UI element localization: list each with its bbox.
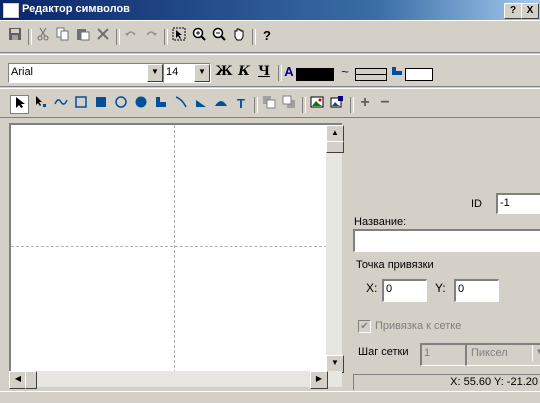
paste-icon[interactable] (74, 27, 92, 45)
polygon-tool-icon[interactable] (152, 95, 170, 113)
delete-icon[interactable] (94, 27, 112, 45)
zoom-out-icon[interactable] (210, 27, 228, 45)
y-label: Y: (435, 281, 446, 295)
rectangle-tool-icon[interactable] (72, 95, 90, 113)
x-field[interactable]: 0 (382, 279, 427, 302)
pointer-tool-icon[interactable] (10, 95, 29, 114)
horizontal-scrollbar[interactable]: ◀ ▶ (9, 371, 342, 389)
horizontal-axis-line (11, 246, 327, 247)
segment-tool-icon[interactable] (212, 95, 230, 113)
arc-tool-icon[interactable] (172, 95, 190, 113)
curve-tool-icon[interactable] (52, 95, 70, 113)
separator (302, 97, 306, 113)
bring-forward-icon[interactable] (260, 95, 278, 113)
font-name-select[interactable]: Arial ▼ (8, 63, 164, 83)
scroll-thumb[interactable] (25, 371, 37, 389)
text-color-label: A (284, 64, 294, 79)
vertical-scrollbar[interactable]: ▲ ▼ (326, 125, 344, 373)
separator (164, 29, 168, 45)
zoom-plus-button[interactable]: + (356, 94, 374, 112)
line-style-icon: ~ (341, 64, 349, 79)
x-label: X: (366, 281, 378, 295)
copy-icon[interactable] (54, 27, 72, 45)
tools-toolbar: T + − (0, 88, 540, 118)
title-bar: Редактор символов ? X (0, 0, 540, 20)
font-size-value: 14 (166, 66, 179, 78)
chevron-down-icon[interactable]: ▼ (194, 64, 210, 82)
scroll-right-arrow-icon[interactable]: ▶ (310, 371, 328, 389)
font-name-value: Arial (11, 66, 34, 78)
main-toolbar: ? (0, 20, 540, 53)
separator (28, 29, 32, 45)
separator (350, 97, 354, 113)
bold-button[interactable]: Ж (215, 63, 233, 81)
grid-step-label: Шаг сетки (358, 346, 409, 358)
separator (254, 97, 258, 113)
line-style-swatch[interactable] (355, 68, 387, 81)
status-bar (0, 391, 540, 403)
chord-tool-icon[interactable] (192, 95, 210, 113)
name-label: Название: (354, 216, 407, 228)
name-field[interactable] (353, 229, 540, 252)
undo-icon[interactable] (122, 27, 140, 45)
status-coords: X: 55.60 Y: -21.20 (353, 374, 540, 390)
scroll-thumb[interactable] (326, 141, 344, 153)
close-button[interactable]: X (521, 3, 539, 19)
separator (252, 29, 256, 45)
redo-icon[interactable] (142, 27, 160, 45)
id-field: -1 (496, 193, 540, 214)
grid-step-field: 1 (420, 343, 467, 366)
separator (278, 65, 282, 81)
filled-ellipse-tool-icon[interactable] (132, 95, 150, 113)
help-button[interactable]: ? (504, 3, 522, 19)
vertical-axis-line (174, 125, 175, 373)
separator (116, 29, 120, 45)
drawing-canvas[interactable] (9, 123, 342, 373)
insert-image-icon[interactable] (308, 95, 326, 113)
save-icon[interactable] (6, 27, 24, 45)
text-color-swatch[interactable] (296, 68, 334, 81)
export-image-icon[interactable] (328, 95, 346, 113)
grid-unit-select: Пиксел ▼ (465, 343, 540, 366)
send-backward-icon[interactable] (280, 95, 298, 113)
underline-button[interactable]: Ч (255, 63, 273, 81)
help-toolbar-button[interactable]: ? (258, 27, 276, 45)
fill-color-swatch[interactable] (405, 68, 433, 81)
font-toolbar: Arial ▼ 14 ▼ Ж К Ч A ~ (0, 54, 540, 87)
snap-label: Привязка к сетке (375, 320, 462, 332)
select-area-icon[interactable] (170, 27, 188, 45)
y-field[interactable]: 0 (454, 279, 499, 302)
window-icon (3, 3, 19, 18)
italic-button[interactable]: К (235, 63, 253, 81)
zoom-in-icon[interactable] (190, 27, 208, 45)
node-edit-icon[interactable] (32, 95, 50, 113)
chevron-down-icon: ▼ (532, 345, 540, 361)
anchor-label: Точка привязки (356, 259, 434, 271)
window-title: Редактор символов (22, 3, 130, 15)
font-size-select[interactable]: 14 ▼ (163, 63, 211, 83)
zoom-minus-button[interactable]: − (376, 94, 394, 112)
chevron-down-icon[interactable]: ▼ (147, 64, 163, 82)
pan-hand-icon[interactable] (230, 27, 248, 45)
text-tool-button[interactable]: T (232, 95, 250, 113)
snap-checkbox[interactable]: ✔ (358, 320, 371, 333)
cut-icon[interactable] (34, 27, 52, 45)
grid-unit-value: Пиксел (471, 347, 508, 359)
id-label: ID (471, 198, 482, 210)
filled-rectangle-tool-icon[interactable] (92, 95, 110, 113)
fill-icon (390, 63, 404, 81)
ellipse-tool-icon[interactable] (112, 95, 130, 113)
